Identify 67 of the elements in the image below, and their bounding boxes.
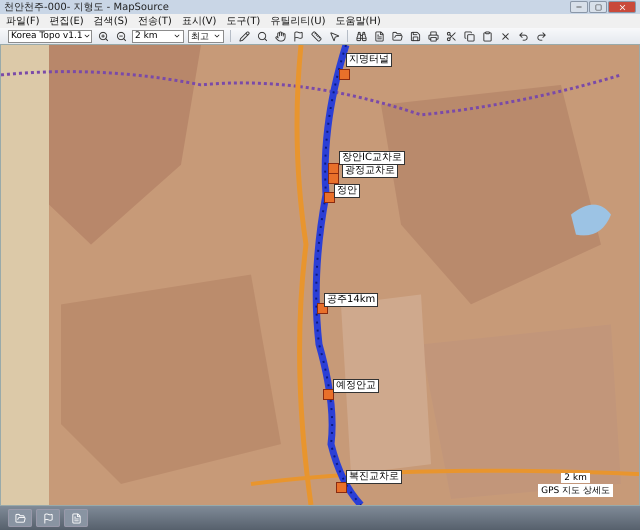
map-product-dropdown[interactable]: Korea Topo v1.1 [8,30,92,42]
clipboard-icon [482,30,492,42]
waypoint-label: 광정교차로 [342,164,398,178]
waypoint-label: 공주14km [324,293,378,307]
folder-button[interactable] [390,29,404,43]
delete-icon [500,30,510,42]
hand-icon [274,30,286,42]
map-caption: GPS 지도 상세도 [538,484,613,497]
waypoint-label: 예정안교 [333,379,379,393]
menu-item[interactable]: 편집(E) [50,14,84,28]
scissors-icon [446,30,456,42]
printer-button[interactable] [426,29,440,43]
printer-icon [428,30,438,42]
copy-icon [464,30,474,42]
close-icon [618,2,626,12]
ruler-icon [310,30,322,42]
redo-icon [536,30,546,42]
menu-item[interactable]: 도구(T) [226,14,260,28]
save-button[interactable] [408,29,422,43]
caret-icon [82,32,91,40]
maximize-button[interactable] [589,1,607,13]
waypoint-label: 지명터널 [346,53,392,67]
close-button[interactable] [608,1,636,13]
ruler-button[interactable] [309,29,323,43]
flag-icon [42,512,54,524]
menu-item[interactable]: 도움말(H) [335,14,381,28]
map-view[interactable]: 지명터널 장안IC교차로 광정교차로 정안 공주14km 예정안교 복진교차로 2 km GPS 지도 상세도 [0,44,640,506]
pointer-icon [328,30,340,42]
copy-button[interactable] [462,29,476,43]
scale-label: 2 km [561,473,590,483]
caret-icon [213,32,221,40]
waypoint-label: 정안 [334,184,360,198]
zoom-out-button[interactable] [114,29,128,43]
folder-icon [392,30,402,42]
pencil-button[interactable] [237,29,251,43]
menu-item[interactable]: 파일(F) [6,14,40,28]
new-file-icon [374,30,384,42]
taskbar-button[interactable] [8,509,32,527]
window-title: 천안천주-000- 지형도 - MapSource [4,1,169,14]
menu-item[interactable]: 유틸리티(U) [270,14,326,28]
menu-item[interactable]: 검색(S) [94,14,128,28]
magnifier-button[interactable] [255,29,269,43]
waypoint-label: 복진교차로 [346,470,402,484]
save-icon [410,30,420,42]
undo-icon [518,30,528,42]
binoculars-button[interactable] [354,29,368,43]
caret-icon [173,32,181,40]
taskbar-button[interactable] [36,509,60,527]
zoom-in-button[interactable] [96,29,110,43]
hand-button[interactable] [273,29,287,43]
zoom-dropdown[interactable]: 2 km [132,30,184,42]
flag-icon [292,30,304,42]
zoom-in-icon [98,30,108,42]
minimize-button[interactable] [570,1,588,13]
detail-dropdown[interactable]: 최고 [188,30,224,42]
scissors-button[interactable] [444,29,458,43]
document-icon [70,512,82,524]
maximize-icon [594,4,602,10]
folder-icon [14,512,26,524]
zoom-out-icon [116,30,126,42]
pencil-icon [238,30,250,42]
taskbar-button[interactable] [64,509,88,527]
menu-item[interactable]: 표시(V) [182,14,216,28]
waypoint-label: 장안IC교차로 [339,151,405,165]
binoculars-icon [356,30,366,42]
menu-item[interactable]: 전송(T) [138,14,172,28]
magnifier-icon [256,30,268,42]
